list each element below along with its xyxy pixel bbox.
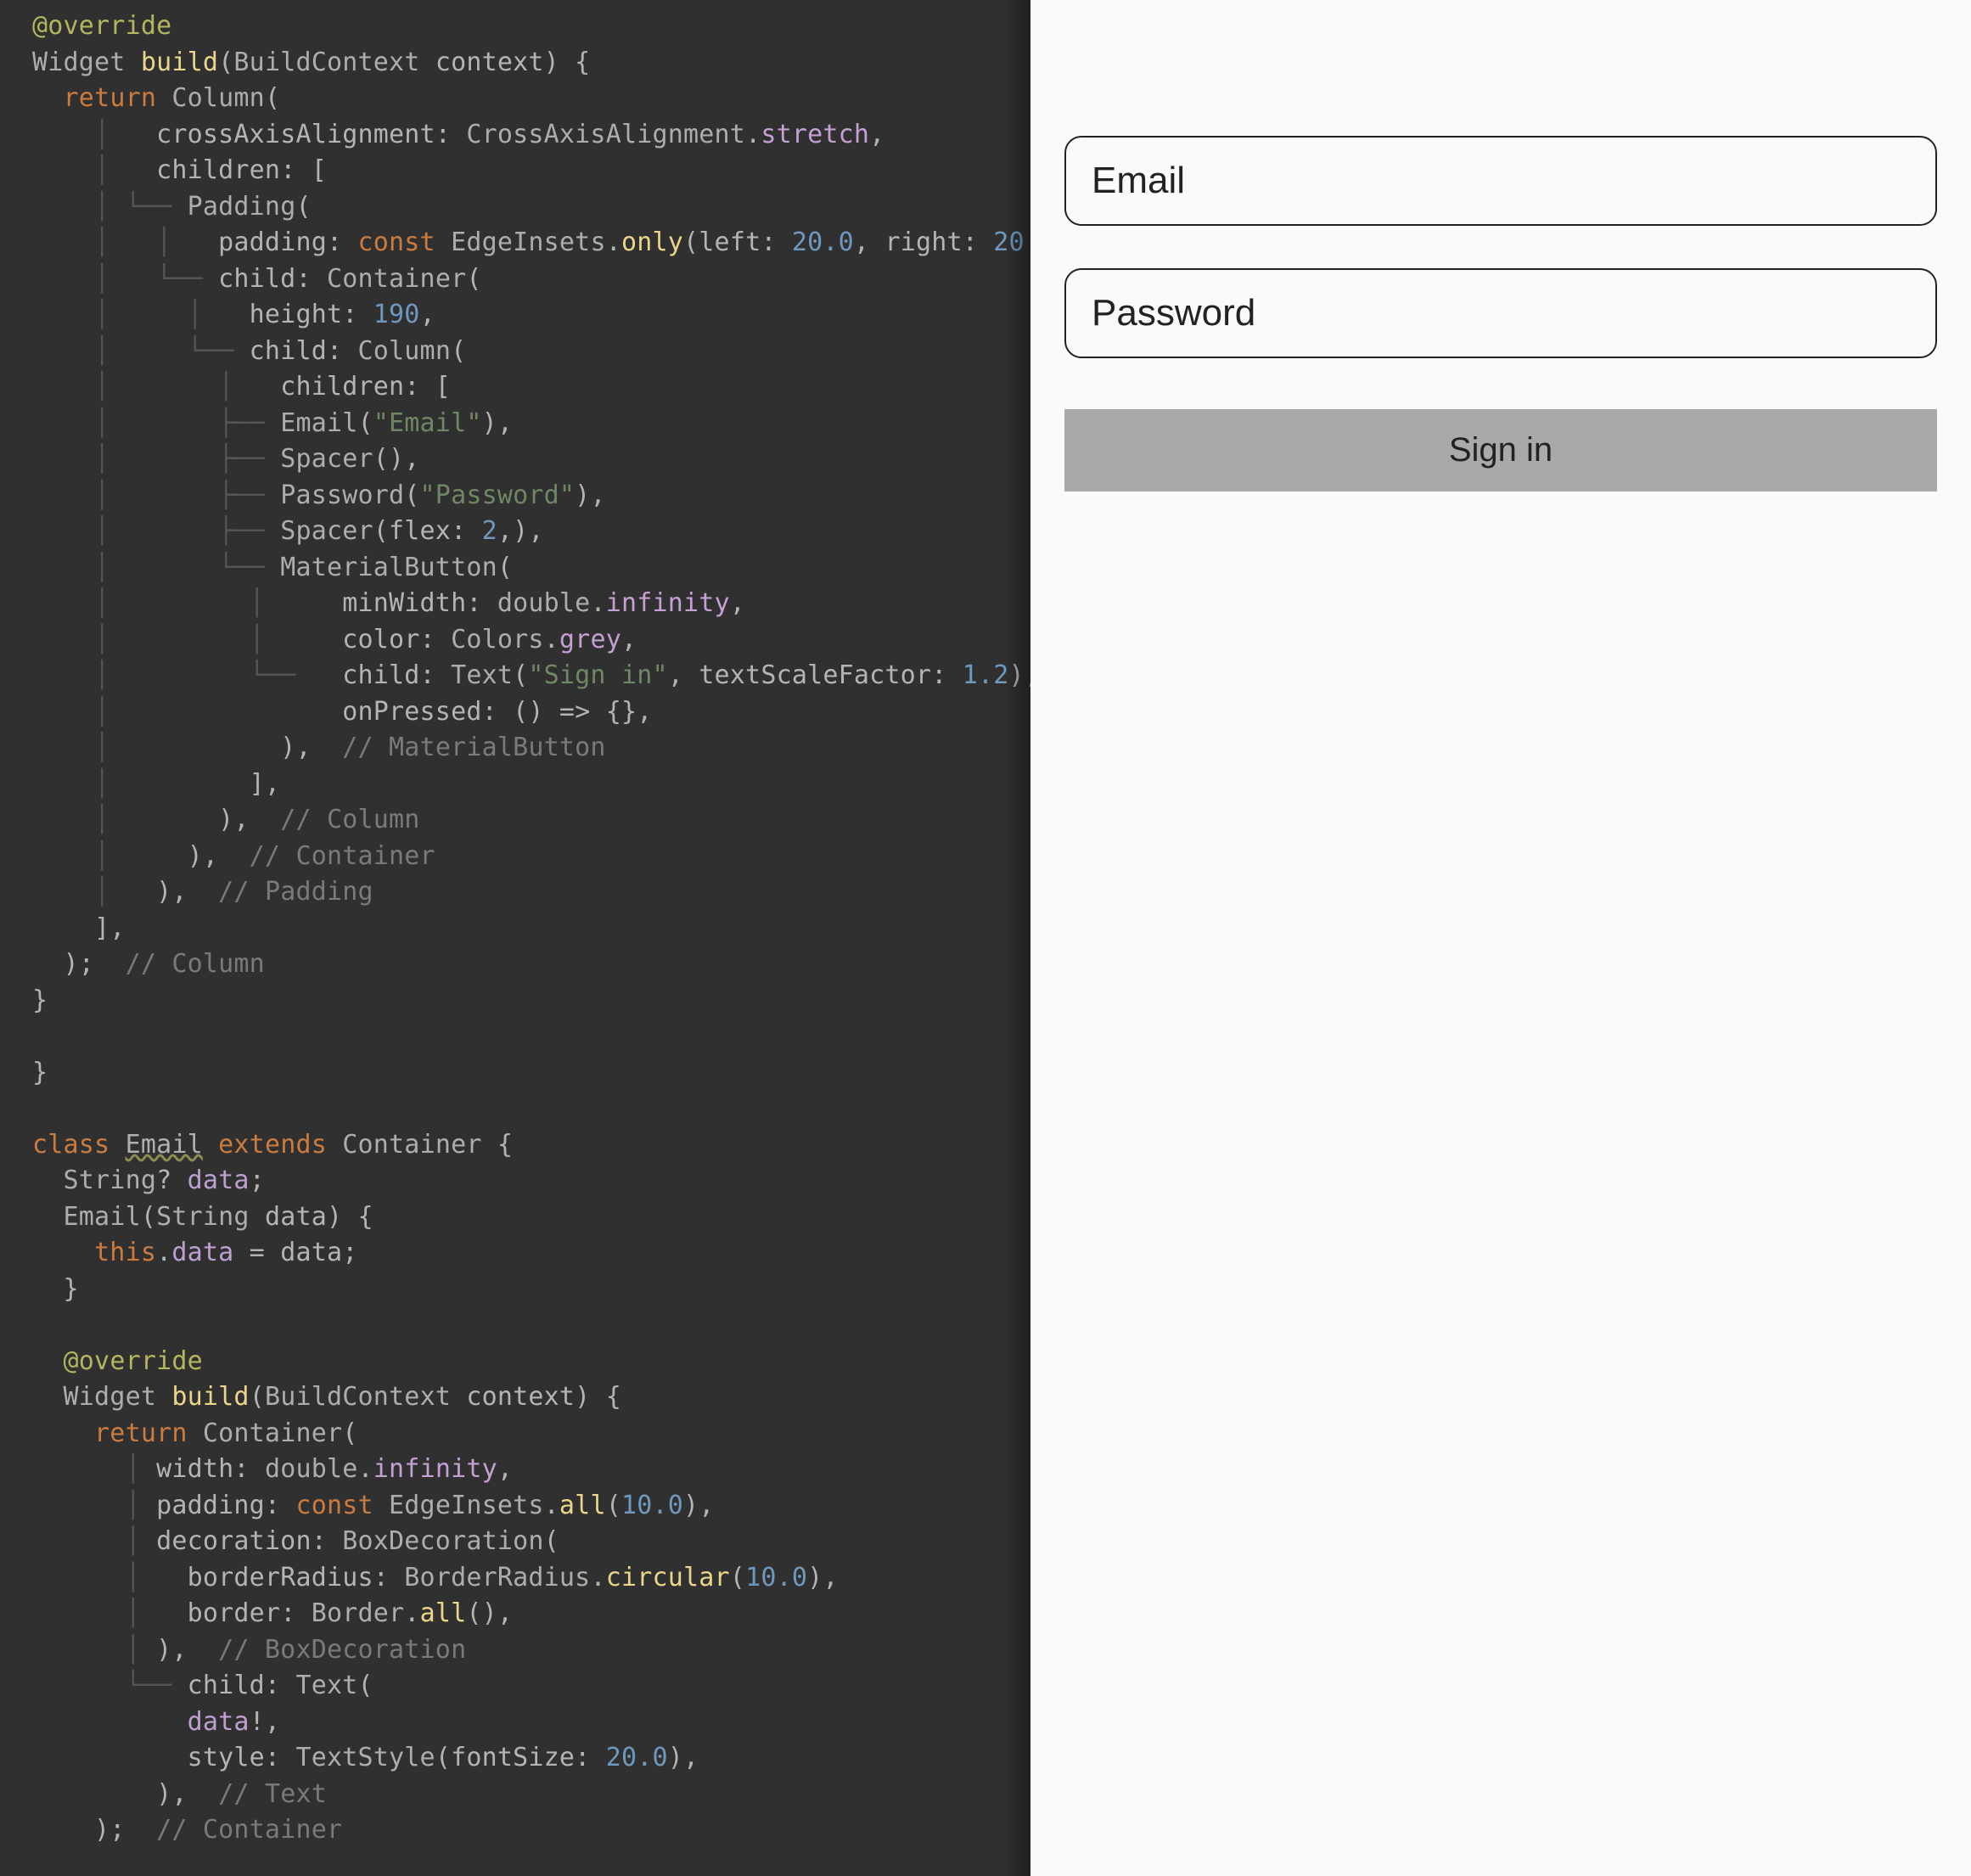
code-block[interactable]: @override Widget build(BuildContext cont… [0, 0, 1030, 1876]
password-field[interactable]: Password [1064, 268, 1937, 358]
email-field[interactable]: Email [1064, 136, 1937, 226]
sign-in-button[interactable]: Sign in [1064, 409, 1937, 491]
app-preview-pane: Email Password Sign in [1030, 0, 1971, 1876]
code-editor-pane[interactable]: @override Widget build(BuildContext cont… [0, 0, 1030, 1876]
